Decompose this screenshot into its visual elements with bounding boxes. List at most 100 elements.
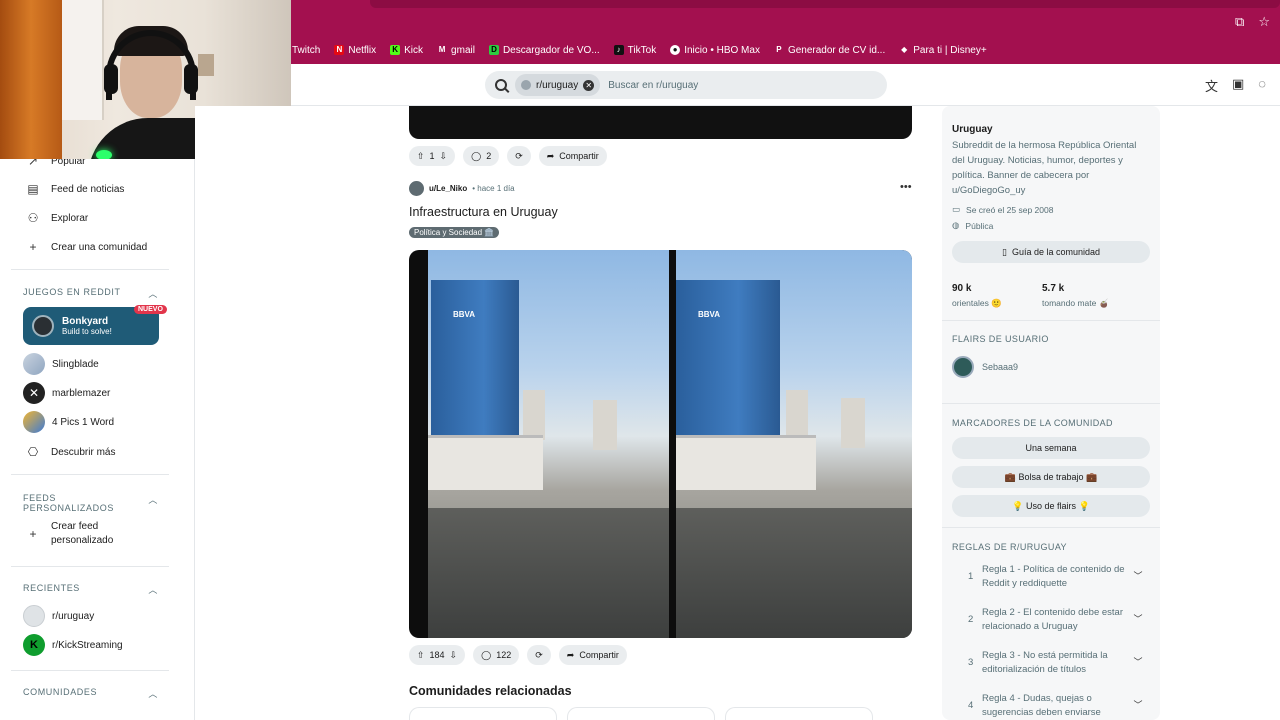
- guide-icon: ▯: [1001, 246, 1007, 257]
- post-title[interactable]: Infraestructura en Uruguay: [409, 205, 558, 219]
- share-label: Compartir: [579, 650, 619, 660]
- marblemazer-icon: ✕: [23, 382, 45, 404]
- author-avatar[interactable]: [409, 181, 424, 196]
- bookmarks-heading: MARCADORES DE LA COMUNIDAD: [952, 418, 1113, 428]
- close-icon[interactable]: ✕: [583, 79, 595, 91]
- search-bar[interactable]: r/uruguay ✕ Buscar en r/uruguay: [485, 71, 887, 99]
- game-label: 4 Pics 1 Word: [52, 416, 115, 428]
- sidebar-divider: [11, 566, 169, 567]
- bookmark-gmail[interactable]: Mgmail: [437, 45, 475, 56]
- explore-icon: ⚇: [27, 211, 39, 225]
- related-community-card[interactable]: [409, 707, 557, 720]
- share-button[interactable]: ➦ Compartir: [558, 645, 627, 665]
- user-flair-name: Sebaaa9: [982, 362, 1019, 372]
- upvote-icon[interactable]: ⇧: [417, 151, 425, 162]
- bookmark-tiktok[interactable]: ♪ TikTok: [613, 45, 656, 56]
- game-item-marblemazer[interactable]: ✕ marblemazer: [23, 382, 110, 404]
- bookmark-label: Para ti | Disney+: [913, 44, 987, 56]
- bookmark-button[interactable]: 💡 Uso de flairs 💡: [952, 495, 1150, 517]
- comments-button[interactable]: ◯ 2: [463, 146, 500, 166]
- bookmark-label: 💡 Uso de flairs 💡: [1012, 500, 1090, 511]
- search-input[interactable]: Buscar en r/uruguay: [608, 80, 698, 91]
- related-community-card[interactable]: [725, 707, 873, 720]
- game-label: Slingblade: [52, 358, 99, 370]
- bookmark-twitch[interactable]: Twitch: [292, 45, 320, 56]
- recent-label: r/KickStreaming: [52, 639, 123, 651]
- crosspost-button[interactable]: ⟳: [507, 146, 531, 166]
- chevron-up-icon: ︿: [148, 689, 158, 699]
- rule-item[interactable]: 2 Regla 2 - El contenido debe estar relac…: [952, 606, 1150, 634]
- create-feed-line2: personalizado: [51, 535, 114, 546]
- share-button[interactable]: ➦ Compartir: [538, 146, 607, 166]
- install-app-icon[interactable]: ⧉: [1235, 14, 1244, 30]
- sidebar-item-label: Explorar: [51, 212, 89, 224]
- community-guide-button[interactable]: ▯ Guía de la comunidad: [952, 241, 1150, 263]
- translate-icon[interactable]: 文: [1205, 76, 1218, 95]
- custom-feeds-toggle[interactable]: FEEDS PERSONALIZADOS ︿: [23, 493, 158, 513]
- feed: ⇧ 1 ⇩ ◯ 2 ⟳ ➦ Compartir u/Le_Niko • hace 1…: [195, 106, 940, 720]
- hbo-icon: ●: [670, 45, 681, 55]
- bookmark-label: Kick: [404, 44, 424, 56]
- game-label: marblemazer: [52, 387, 111, 399]
- rule-number: 2: [968, 614, 974, 625]
- game-item-slingblade[interactable]: Slingblade: [23, 353, 99, 375]
- sidebar-item-news[interactable]: ▤ Feed de noticias: [26, 182, 124, 196]
- game-item-4pics[interactable]: 4 Pics 1 Word: [23, 411, 114, 433]
- chat-icon[interactable]: ◌: [1258, 76, 1266, 95]
- upvote-icon[interactable]: ⇧: [417, 650, 425, 661]
- post-author[interactable]: u/Le_Niko: [429, 184, 467, 193]
- create-feed-line1: Crear feed: [51, 521, 99, 532]
- bookmark-button[interactable]: Una semana: [952, 437, 1150, 459]
- create-custom-feed[interactable]: + Crear feed personalizado: [26, 520, 113, 548]
- bookmark-button[interactable]: 💼 Bolsa de trabajo 💼: [952, 466, 1150, 488]
- communities-toggle[interactable]: COMUNIDADES ︿: [23, 687, 158, 700]
- sidebar-divider: [11, 474, 169, 475]
- rule-item[interactable]: 1 Regla 1 - Política de contenido de Redd…: [952, 563, 1150, 591]
- bookmark-netflix[interactable]: N Netflix: [334, 45, 376, 56]
- ads-icon[interactable]: ▣: [1232, 76, 1244, 95]
- recent-kickstreaming[interactable]: Kr/KickStreaming: [23, 634, 123, 656]
- post-image-gallery[interactable]: BBVA BBVA: [409, 250, 912, 638]
- chevron-up-icon: ︿: [148, 585, 158, 595]
- more-options-icon[interactable]: •••: [900, 181, 912, 193]
- recents-toggle[interactable]: RECIENTES ︿: [23, 583, 158, 596]
- headphone-left-cup: [104, 64, 118, 94]
- members-label: orientales 🙂: [952, 298, 1002, 308]
- bookmark-downloader[interactable]: D Descargador de VO...: [488, 45, 600, 56]
- previous-post-media[interactable]: [409, 106, 912, 139]
- comment-count: 2: [486, 151, 492, 161]
- cv-icon: P: [776, 45, 782, 54]
- bookmark-hbo[interactable]: ● Inicio • HBO Max: [670, 45, 760, 56]
- gmail-icon: M: [438, 45, 446, 54]
- bookmark-star-icon[interactable]: ☆: [1258, 14, 1270, 30]
- downvote-icon[interactable]: ⇩: [450, 650, 458, 661]
- games-section-toggle[interactable]: JUEGOS EN REDDIT ︿: [23, 287, 158, 300]
- crosspost-button[interactable]: ⟳: [527, 645, 551, 665]
- cake-icon: ▭: [952, 204, 961, 214]
- bbva-sign: BBVA: [698, 310, 721, 319]
- bookmark-cv[interactable]: P Generador de CV id...: [774, 45, 885, 56]
- related-community-card[interactable]: [567, 707, 715, 720]
- sidebar-item-explore[interactable]: ⚇ Explorar: [26, 211, 89, 225]
- discover-more-games[interactable]: ⎔ Descubrir más: [26, 445, 116, 459]
- rule-item[interactable]: 3 Regla 3 - No está permitida la editoria…: [952, 649, 1150, 677]
- downvote-icon[interactable]: ⇩: [440, 151, 448, 162]
- bookmark-kick[interactable]: K Kick: [390, 45, 423, 56]
- street: [676, 508, 912, 638]
- sidebar-item-create-community[interactable]: + Crear una comunidad: [26, 240, 147, 254]
- bookmark-label: Generador de CV id...: [787, 44, 886, 56]
- window: [62, 0, 104, 120]
- wall-picture: [198, 54, 214, 76]
- comment-count: 122: [496, 650, 512, 660]
- comments-button[interactable]: ◯ 122: [473, 645, 520, 665]
- share-label: Compartir: [559, 151, 599, 161]
- rule-item[interactable]: 4 Regla 4 - Dudas, quejas o sugerencias d…: [952, 692, 1150, 720]
- user-flair[interactable]: Sebaaa9: [952, 356, 1018, 378]
- chevron-down-icon: ﹀: [1133, 657, 1143, 667]
- post-flair[interactable]: Política y Sociedad 🏛️: [409, 227, 500, 238]
- subreddit-search-chip[interactable]: r/uruguay ✕: [515, 74, 601, 96]
- post-meta: u/Le_Niko • hace 1 día: [409, 181, 515, 196]
- subreddit-avatar: [521, 80, 531, 90]
- bookmark-disney[interactable]: ◆ Para ti | Disney+: [899, 44, 987, 56]
- recent-uruguay[interactable]: r/uruguay: [23, 605, 94, 627]
